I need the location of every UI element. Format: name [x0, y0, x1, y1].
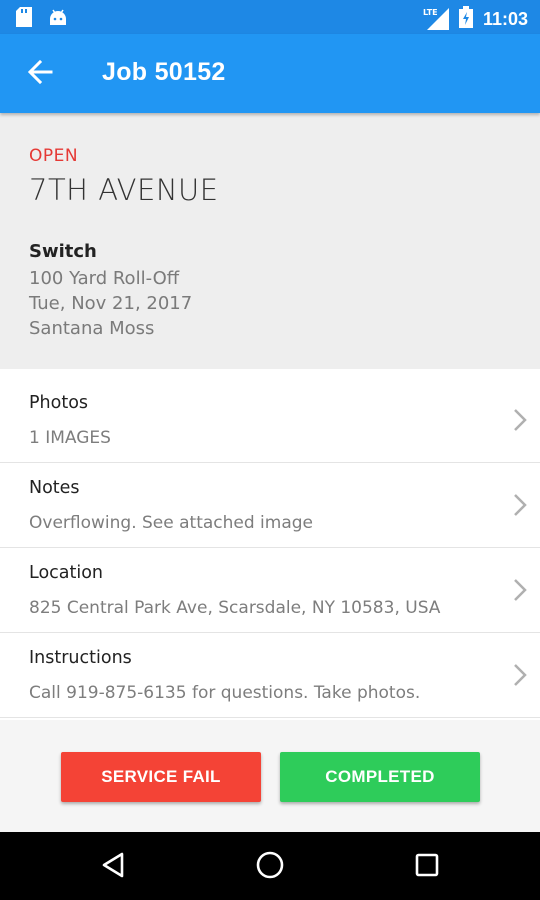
driver-name: Santana Moss	[29, 318, 155, 339]
row-instructions[interactable]: Instructions Call 919-875-6135 for quest…	[0, 633, 540, 718]
sd-card-icon	[16, 7, 32, 31]
completed-button[interactable]: COMPLETED	[280, 752, 480, 802]
container-size: 100 Yard Roll-Off	[29, 268, 180, 289]
job-summary: OPEN 7TH AVENUE Switch 100 Yard Roll-Off…	[0, 113, 540, 369]
signal-icon: LTE	[423, 8, 449, 30]
home-circle-icon	[255, 850, 285, 884]
row-label: Instructions	[29, 648, 132, 668]
row-value: Overflowing. See attached image	[29, 513, 314, 533]
row-value: 825 Central Park Ave, Scarsdale, NY 1058…	[29, 598, 441, 618]
app-bar: Job 50152	[0, 34, 540, 113]
site-name: 7TH AVENUE	[29, 173, 219, 207]
row-label: Photos	[29, 393, 89, 413]
nav-back-button[interactable]	[96, 850, 130, 884]
navigation-bar	[0, 832, 540, 900]
back-triangle-icon	[100, 851, 126, 883]
status-bar: LTE 11:03	[0, 0, 540, 34]
clock: 11:03	[482, 8, 528, 29]
row-value: 1 IMAGES	[29, 428, 111, 448]
row-value: Call 919-875-6135 for questions. Take ph…	[29, 683, 421, 703]
recents-square-icon	[414, 852, 440, 882]
row-notes[interactable]: Notes Overflowing. See attached image	[0, 463, 540, 548]
service-type: Switch	[29, 241, 97, 262]
service-date: Tue, Nov 21, 2017	[29, 293, 193, 314]
arrow-back-icon	[27, 59, 53, 89]
page-title: Job 50152	[102, 58, 226, 86]
nav-recents-button[interactable]	[410, 850, 444, 884]
chevron-right-icon	[510, 407, 530, 433]
service-fail-button[interactable]: SERVICE FAIL	[61, 752, 261, 802]
chevron-right-icon	[510, 577, 530, 603]
android-icon	[48, 7, 68, 31]
detail-list: Photos 1 IMAGES Notes Overflowing. See a…	[0, 378, 540, 718]
nav-home-button[interactable]	[253, 850, 287, 884]
status-badge: OPEN	[29, 146, 79, 166]
back-button[interactable]	[22, 56, 58, 92]
chevron-right-icon	[510, 492, 530, 518]
battery-icon	[458, 6, 473, 32]
network-type-label: LTE	[422, 8, 438, 17]
row-location[interactable]: Location 825 Central Park Ave, Scarsdale…	[0, 548, 540, 633]
action-footer: SERVICE FAIL COMPLETED	[0, 720, 540, 832]
row-photos[interactable]: Photos 1 IMAGES	[0, 378, 540, 463]
row-label: Notes	[29, 478, 80, 498]
chevron-right-icon	[510, 662, 530, 688]
row-label: Location	[29, 563, 104, 583]
